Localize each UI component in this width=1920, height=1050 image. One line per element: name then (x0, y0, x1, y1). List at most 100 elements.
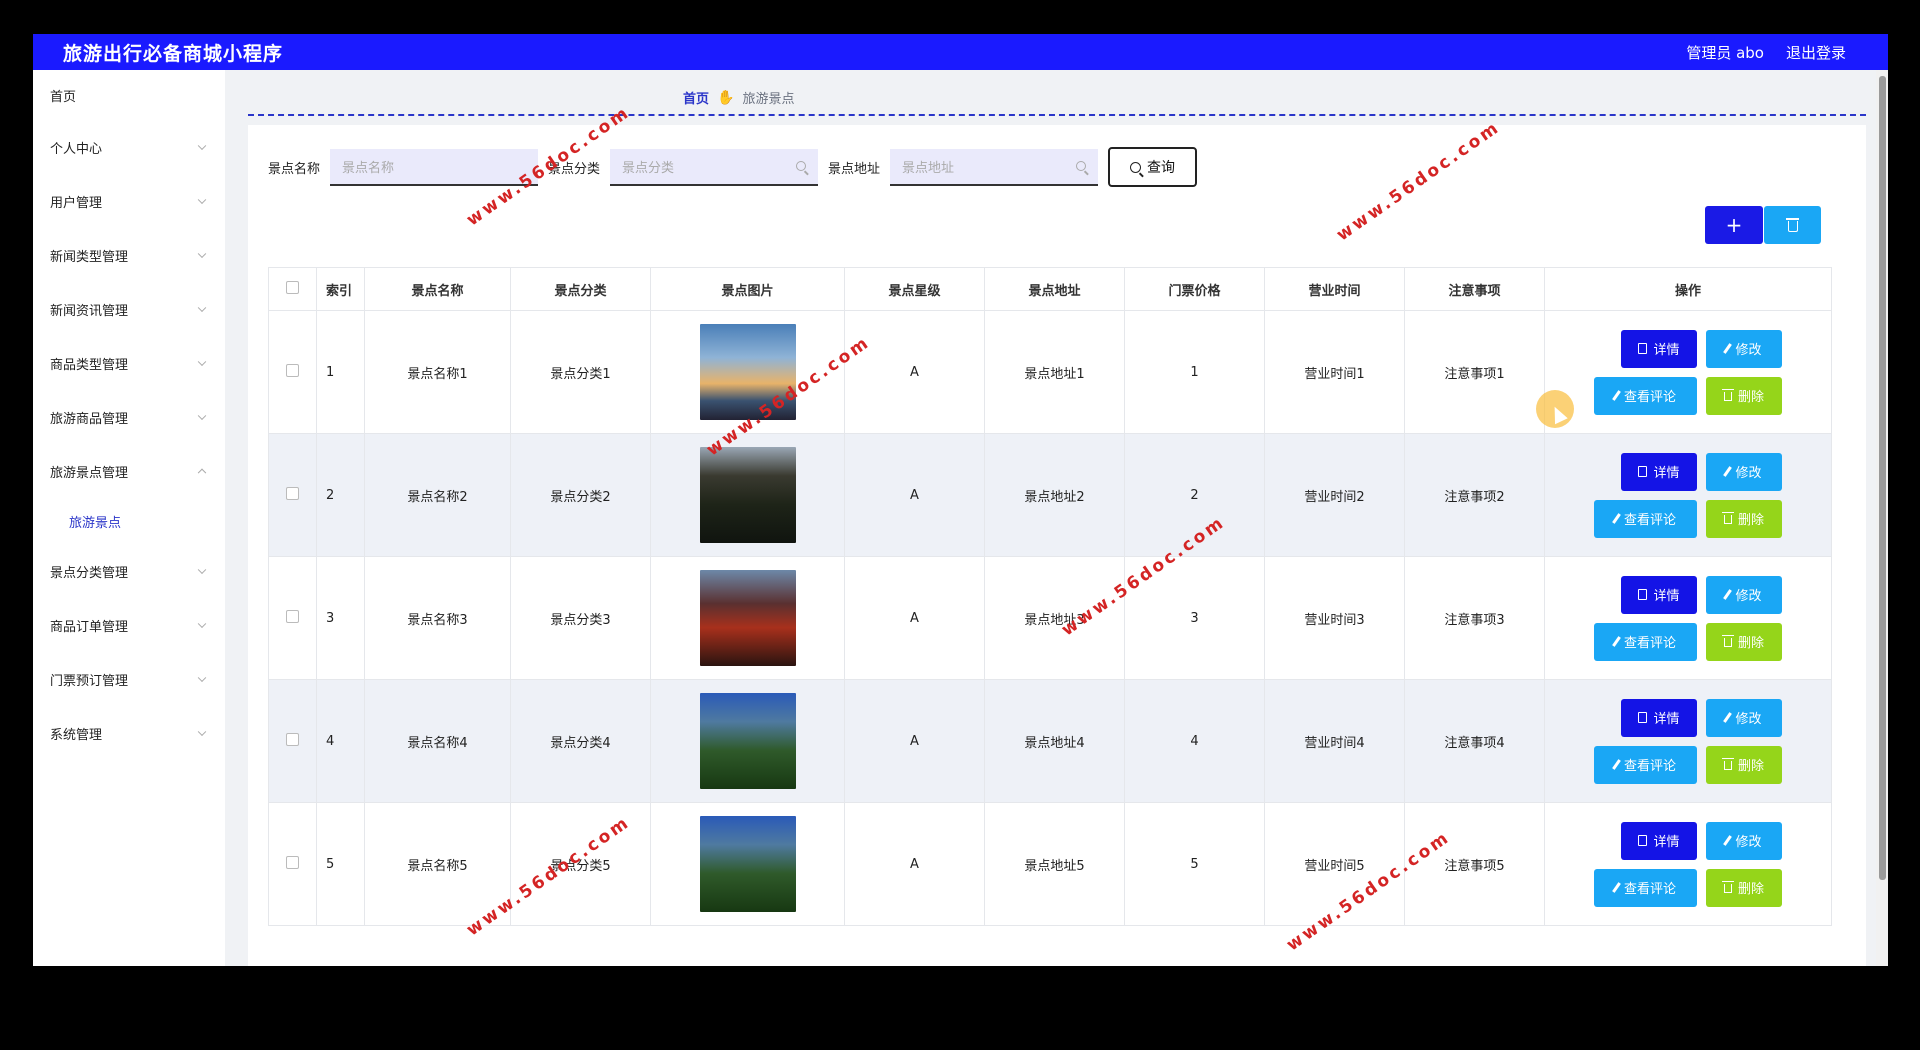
view-comments-button[interactable]: 查看评论 (1594, 745, 1697, 784)
delete-button-label: 删除 (1737, 513, 1764, 528)
row-checkbox[interactable] (286, 855, 299, 869)
view-comments-button[interactable]: 查看评论 (1594, 622, 1697, 661)
detail-button-label: 详情 (1653, 589, 1680, 604)
edit-icon (1612, 390, 1621, 401)
detail-button[interactable]: 详情 (1621, 329, 1697, 368)
name-search-placeholder: 景点名称 (342, 160, 395, 176)
query-button[interactable]: 查询 (1108, 147, 1198, 187)
view-comments-label: 查看评论 (1623, 390, 1676, 405)
sidebar-subitem-attractions[interactable]: 旅游景点 (33, 498, 225, 544)
column-header: 操作 (1544, 267, 1832, 311)
search-icon (1130, 161, 1142, 173)
row-checkbox[interactable] (286, 732, 299, 746)
edit-button[interactable]: 修改 (1706, 329, 1782, 368)
address-search-input[interactable]: 景点地址 (890, 148, 1099, 186)
address-cell: 景点地址2 (984, 433, 1125, 557)
delete-button[interactable]: 删除 (1706, 499, 1782, 538)
edit-icon (1723, 835, 1733, 846)
row-checkbox[interactable] (286, 609, 299, 623)
column-header: 景点星级 (844, 267, 985, 311)
hand-icon: ✋ (717, 89, 735, 106)
sidebar-item-system-management[interactable]: 系统管理 (33, 706, 225, 760)
stars-cell: A (844, 310, 985, 434)
detail-button[interactable]: 详情 (1621, 821, 1697, 860)
delete-button[interactable]: 删除 (1706, 376, 1782, 415)
table-row: 1 景点名称1 景点分类1 A 景点地址1 1 营业时间1 注意事项1 详情 修改 查看评论 删除 (268, 310, 1832, 434)
sidebar-item-label: 用户管理 (50, 195, 103, 211)
sidebar: 首页 个人中心 用户管理 新闻类型管理 新闻资讯管理 商品类型管理 旅游商品管理… (33, 70, 225, 966)
sidebar-item-travel-product-management[interactable]: 旅游商品管理 (33, 390, 225, 444)
row-select-cell (268, 433, 317, 557)
detail-button[interactable]: 详情 (1621, 575, 1697, 614)
add-button[interactable]: + (1705, 206, 1763, 244)
edit-button[interactable]: 修改 (1706, 821, 1782, 860)
column-header: 门票价格 (1124, 267, 1265, 311)
view-comments-button[interactable]: 查看评论 (1594, 376, 1697, 415)
chevron-down-icon (197, 357, 207, 367)
row-checkbox[interactable] (286, 363, 299, 377)
admin-user-label[interactable]: 管理员 abo (1686, 42, 1764, 63)
sidebar-item-user-management[interactable]: 用户管理 (33, 174, 225, 228)
sidebar-item-ticket-booking-management[interactable]: 门票预订管理 (33, 652, 225, 706)
sidebar-item-home[interactable]: 首页 (33, 70, 225, 120)
sidebar-item-label: 旅游景点 (69, 515, 122, 531)
column-header: 景点名称 (364, 267, 511, 311)
edit-button[interactable]: 修改 (1706, 575, 1782, 614)
name-search-input[interactable]: 景点名称 (330, 148, 539, 186)
sidebar-item-order-management[interactable]: 商品订单管理 (33, 598, 225, 652)
stars-cell: A (844, 433, 985, 557)
edit-button-label: 修改 (1735, 589, 1762, 604)
scrollbar-thumb[interactable] (1879, 76, 1886, 880)
main-content: 景点名称 景点名称 景点分类 景点分类 景点地址 景点地址 查询 + 索引 景点… (248, 125, 1866, 966)
sidebar-item-news-management[interactable]: 新闻资讯管理 (33, 282, 225, 336)
sidebar-item-attraction-category-management[interactable]: 景点分类管理 (33, 544, 225, 598)
category-search-input[interactable]: 景点分类 (610, 148, 819, 186)
batch-delete-button[interactable] (1764, 206, 1821, 244)
chevron-up-icon (197, 468, 207, 478)
trash-icon (1721, 635, 1734, 647)
view-comments-button[interactable]: 查看评论 (1594, 868, 1697, 907)
notes-cell: 注意事项3 (1404, 556, 1545, 680)
category-cell: 景点分类1 (510, 310, 651, 434)
image-cell (650, 433, 845, 557)
sidebar-item-label: 景点分类管理 (50, 565, 129, 581)
delete-button[interactable]: 删除 (1706, 622, 1782, 661)
edit-button[interactable]: 修改 (1706, 452, 1782, 491)
sidebar-item-news-type-management[interactable]: 新闻类型管理 (33, 228, 225, 282)
page-scrollbar[interactable] (1876, 70, 1888, 966)
view-comments-label: 查看评论 (1623, 759, 1676, 774)
column-header: 景点图片 (650, 267, 845, 311)
breadcrumb-current: 旅游景点 (742, 92, 795, 107)
select-all-checkbox[interactable] (286, 280, 299, 294)
query-button-label: 查询 (1147, 160, 1176, 176)
attraction-image[interactable] (699, 816, 796, 912)
attraction-image[interactable] (699, 447, 796, 543)
row-checkbox[interactable] (286, 486, 299, 500)
delete-button[interactable]: 删除 (1706, 868, 1782, 907)
delete-button[interactable]: 删除 (1706, 745, 1782, 784)
document-icon (1638, 589, 1648, 600)
attraction-image[interactable] (699, 570, 796, 666)
edit-icon (1612, 636, 1621, 647)
sidebar-item-label: 系统管理 (50, 727, 103, 743)
column-header: 景点地址 (984, 267, 1125, 311)
attraction-image[interactable] (699, 693, 796, 789)
category-cell: 景点分类5 (510, 802, 651, 926)
detail-button[interactable]: 详情 (1621, 698, 1697, 737)
view-comments-button[interactable]: 查看评论 (1594, 499, 1697, 538)
actions-cell: 详情 修改 查看评论 删除 (1544, 433, 1832, 557)
select-all-cell (268, 267, 317, 311)
name-cell: 景点名称5 (364, 802, 511, 926)
attraction-image[interactable] (699, 324, 796, 420)
logout-link[interactable]: 退出登录 (1786, 42, 1846, 63)
sidebar-item-product-type-management[interactable]: 商品类型管理 (33, 336, 225, 390)
hours-cell: 营业时间3 (1264, 556, 1405, 680)
sidebar-item-attraction-management[interactable]: 旅游景点管理 (33, 444, 225, 498)
sidebar-item-personal-center[interactable]: 个人中心 (33, 120, 225, 174)
search-icon (796, 160, 807, 171)
sidebar-item-label: 新闻类型管理 (50, 249, 129, 265)
breadcrumb-home-link[interactable]: 首页 (683, 88, 709, 107)
edit-button[interactable]: 修改 (1706, 698, 1782, 737)
index-cell: 5 (316, 802, 365, 926)
detail-button[interactable]: 详情 (1621, 452, 1697, 491)
